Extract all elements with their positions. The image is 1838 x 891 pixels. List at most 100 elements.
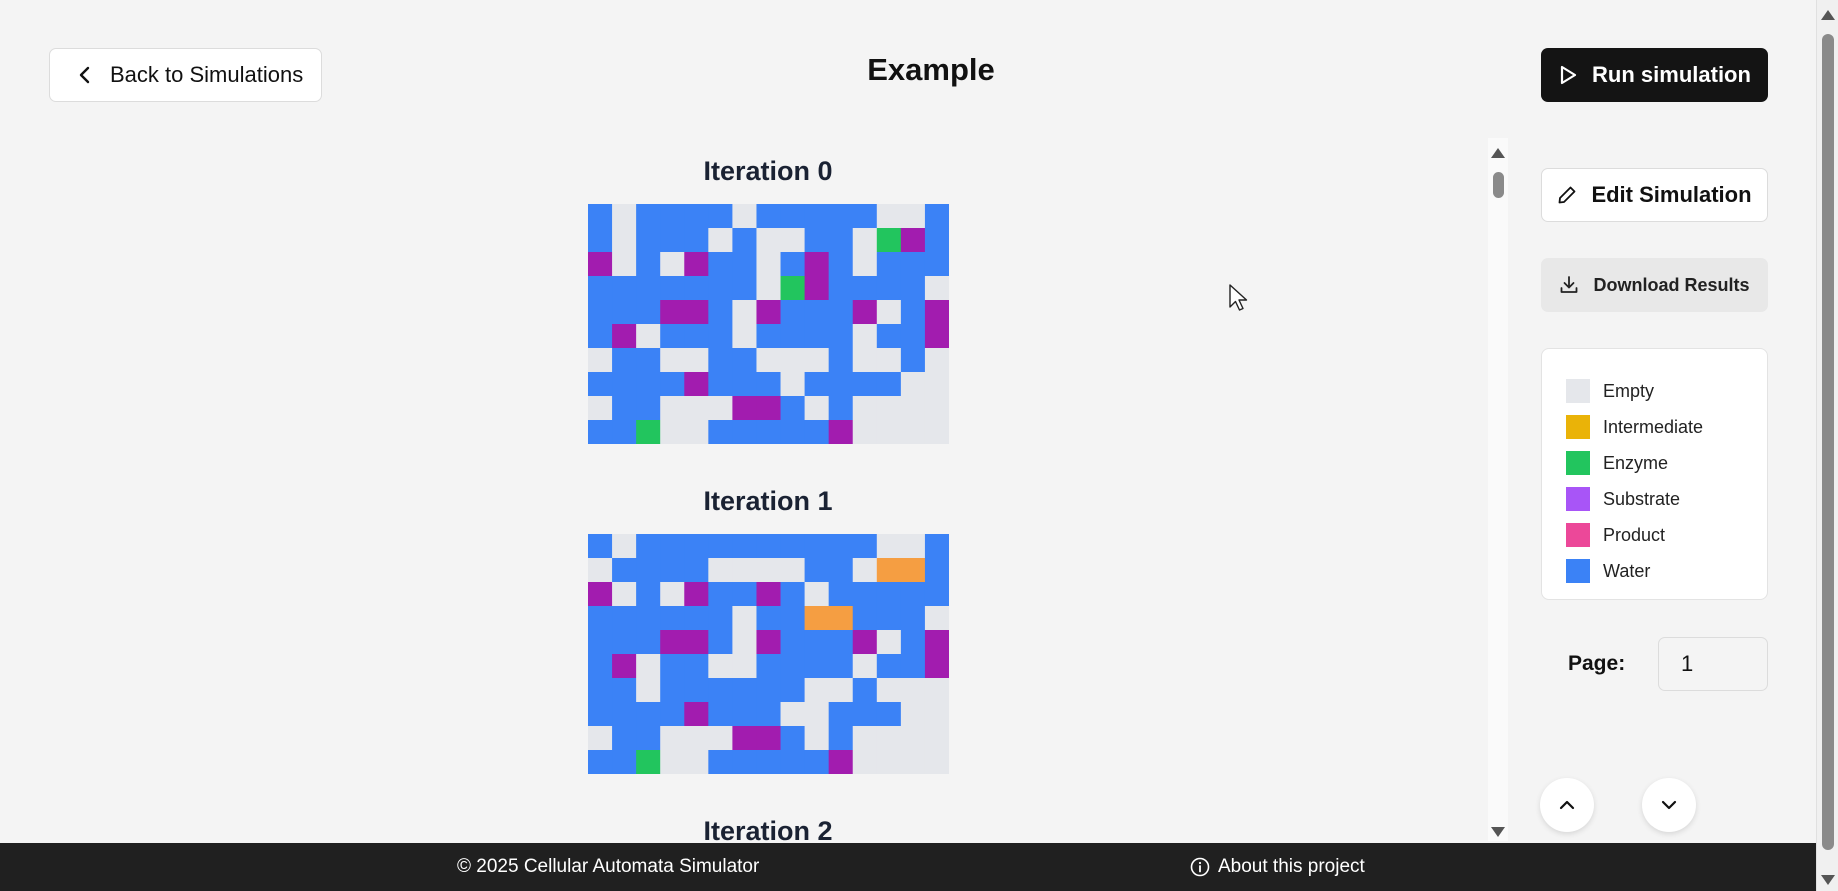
grid-cell <box>612 558 637 583</box>
grid-cell <box>612 654 637 679</box>
grid-cell <box>588 606 613 631</box>
scroll-up-arrow-icon[interactable] <box>1491 148 1505 158</box>
grid-cell <box>636 276 661 301</box>
grid-cell <box>684 324 709 349</box>
grid-cell <box>636 726 661 751</box>
about-project-link[interactable]: About this project <box>1190 856 1365 878</box>
grid-cell <box>876 372 902 397</box>
run-simulation-button[interactable]: Run simulation <box>1541 48 1768 102</box>
grid-cell <box>612 420 637 444</box>
grid-cell <box>804 372 830 397</box>
grid-cell <box>684 558 709 583</box>
grid-cell <box>660 204 685 229</box>
legend-item-intermediate: Intermediate <box>1566 409 1767 445</box>
grid-cell <box>804 420 830 444</box>
download-results-button[interactable]: Download Results <box>1541 258 1768 312</box>
grid-cell <box>900 300 926 325</box>
grid-cell <box>756 252 782 277</box>
grid-cell <box>684 252 709 277</box>
page-scroll-down-arrow-icon[interactable] <box>1821 875 1835 885</box>
grid-cell <box>708 702 733 727</box>
grid-cell <box>900 654 926 679</box>
grid-cell <box>612 276 637 301</box>
page-scrollbar[interactable] <box>1816 0 1838 891</box>
grid-cell <box>636 678 661 703</box>
grid-cell <box>852 606 878 631</box>
grid-cell <box>636 534 661 559</box>
legend-item-empty: Empty <box>1566 373 1767 409</box>
grid-cell <box>732 372 757 397</box>
iteration-title: Iteration 1 <box>703 486 833 516</box>
scrollbar-thumb[interactable] <box>1493 172 1504 198</box>
grid-cell <box>828 750 854 774</box>
grid-cell <box>636 606 661 631</box>
grid-cell <box>684 420 709 444</box>
download-button-label: Download Results <box>1593 274 1750 295</box>
grid-cell <box>636 630 661 655</box>
grid-cell <box>684 372 709 397</box>
scroll-down-arrow-icon[interactable] <box>1491 827 1505 837</box>
page-number-input[interactable] <box>1658 637 1768 691</box>
grid-cell <box>804 654 830 679</box>
grid-cell <box>924 276 949 301</box>
grid-cell <box>780 630 806 655</box>
grid-cell <box>660 726 685 751</box>
grid-cell <box>660 276 685 301</box>
grid-cell <box>924 630 949 655</box>
grid-cell <box>612 606 637 631</box>
grid-cell <box>588 276 613 301</box>
legend-item-enzyme: Enzyme <box>1566 445 1767 481</box>
iterations-scrollbar[interactable] <box>1488 138 1508 841</box>
grid-cell <box>876 276 902 301</box>
page-scrollbar-thumb[interactable] <box>1822 34 1834 850</box>
grid-cell <box>660 582 685 607</box>
grid-cell <box>780 396 806 421</box>
grid-cell <box>900 606 926 631</box>
grid-cell <box>636 396 661 421</box>
grid-cell <box>804 204 830 229</box>
grid-cell <box>924 300 949 325</box>
edit-simulation-button[interactable]: Edit Simulation <box>1541 168 1768 222</box>
grid-cell <box>684 702 709 727</box>
grid-cell <box>636 654 661 679</box>
scroll-down-button[interactable] <box>1642 778 1696 832</box>
grid-cell <box>732 534 757 559</box>
grid-cell <box>828 558 854 583</box>
grid-cell <box>900 630 926 655</box>
grid-cell <box>828 726 854 751</box>
grid-cell <box>876 750 902 774</box>
grid-cell <box>924 534 949 559</box>
grid-cell <box>756 678 782 703</box>
copyright-text: © 2025 Cellular Automata Simulator <box>457 856 760 877</box>
grid-cell <box>588 750 613 774</box>
grid-cell <box>804 348 830 373</box>
grid-cell <box>588 702 613 727</box>
grid-cell <box>900 204 926 229</box>
iterations-scroll-area[interactable]: Iteration 0 Iteration 1 Iteration 2 <box>0 138 1488 841</box>
play-icon <box>1560 65 1577 85</box>
grid-cell <box>852 204 878 229</box>
grid-cell <box>588 582 613 607</box>
grid-cell <box>924 678 949 703</box>
grid-cell <box>636 558 661 583</box>
grid-cell <box>684 396 709 421</box>
grid-cell <box>804 678 830 703</box>
grid-cell <box>732 348 757 373</box>
grid-cell <box>588 654 613 679</box>
grid-cell <box>828 276 854 301</box>
run-button-label: Run simulation <box>1592 62 1751 87</box>
grid-cell <box>876 558 902 583</box>
scroll-up-button[interactable] <box>1540 778 1594 832</box>
grid-cell <box>876 396 902 421</box>
page-scroll-up-arrow-icon[interactable] <box>1821 10 1835 20</box>
grid-cell <box>828 252 854 277</box>
grid-cell <box>876 348 902 373</box>
iteration-grid <box>588 534 949 774</box>
grid-cell <box>852 702 878 727</box>
grid-cell <box>804 252 830 277</box>
grid-cell <box>636 420 661 444</box>
iteration-title: Iteration 0 <box>703 156 833 186</box>
grid-cell <box>684 630 709 655</box>
grid-cell <box>636 300 661 325</box>
grid-cell <box>852 678 878 703</box>
